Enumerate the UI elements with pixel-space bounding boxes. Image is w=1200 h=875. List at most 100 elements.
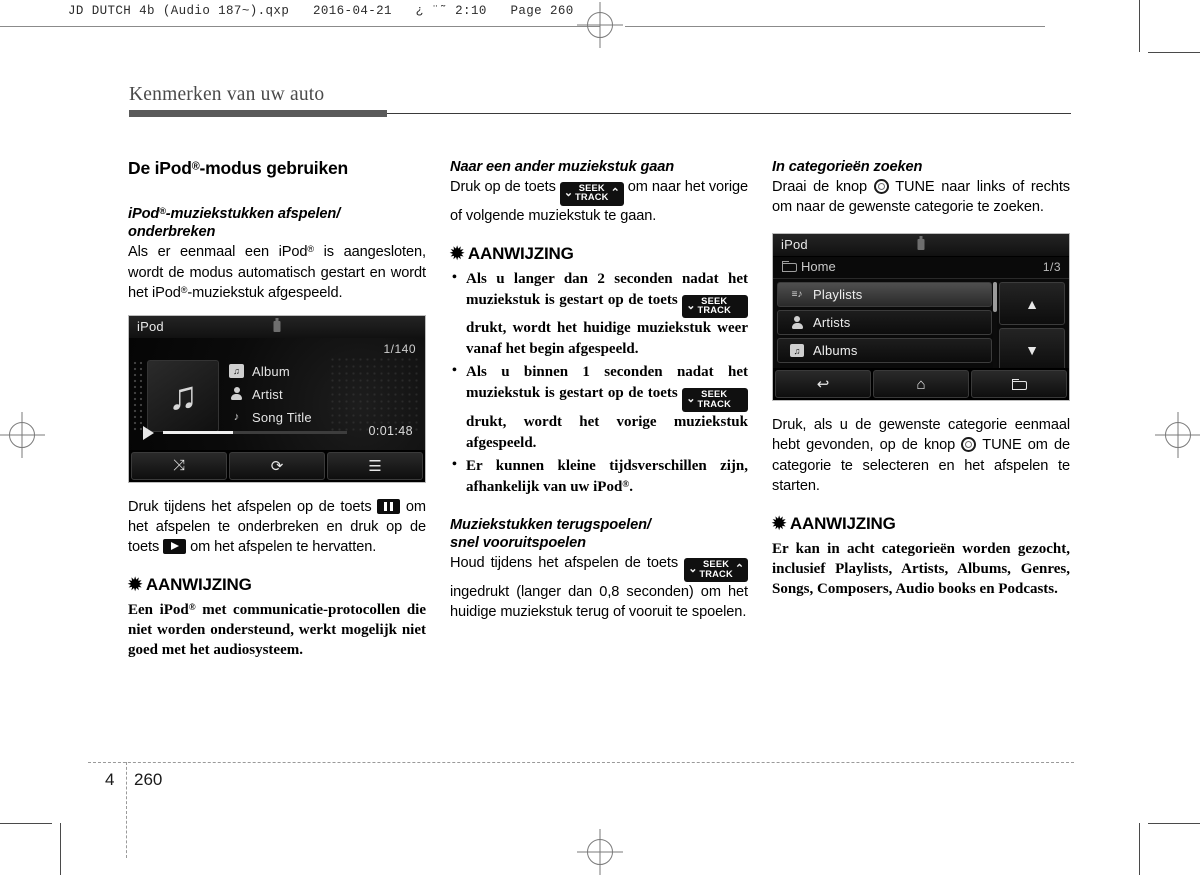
scrollbar[interactable] <box>993 282 997 369</box>
running-head-bar <box>129 110 387 117</box>
list-item-label: Playlists <box>813 287 863 303</box>
notice-body: Een iPod® met communicatie-protocollen d… <box>128 600 426 660</box>
seek-track-label: SEEK TRACK <box>696 389 732 410</box>
elapsed-time: 0:01:48 <box>368 423 413 438</box>
track-label: TRACK <box>575 192 609 203</box>
folder-up-icon[interactable] <box>971 370 1067 399</box>
trim-mark-bottom-right-h <box>1148 823 1200 824</box>
footer-divider <box>126 762 127 858</box>
home-icon[interactable]: ⌂ <box>873 370 969 399</box>
paragraph-tune-knob: Draai de knop TUNE naar links of rechts … <box>772 177 1070 217</box>
notice-title: ✹ AANWIJZING <box>128 574 252 594</box>
subheading-rewind-ff: Muziekstukken terugspoelen/snel vooruits… <box>450 516 748 552</box>
playlist-icon: ≡♪ <box>791 289 803 301</box>
decorative-dot-pattern <box>329 355 421 434</box>
album-icon: ♫ <box>229 364 244 379</box>
scroll-up-button[interactable]: ▲ <box>999 282 1065 326</box>
notice-body: Er kan in acht categorieën worden gezoch… <box>772 540 1070 597</box>
music-note-icon: ♫ <box>168 373 198 418</box>
album-icon: ♫ <box>790 344 804 358</box>
list-item-albums[interactable]: ♫ Albums <box>777 338 992 364</box>
trim-mark-bottom-left-h <box>0 823 52 824</box>
seek-track-label: SEEK TRACK <box>696 296 732 317</box>
list-button-bar: ↩ ⌂ <box>773 368 1069 401</box>
bullet-text: drukt, wordt het huidige muziekstuk weer… <box>466 320 748 358</box>
play-icon[interactable] <box>143 425 154 440</box>
metadata-row-artist: Artist <box>229 383 312 406</box>
track-label: TRACK <box>699 568 733 579</box>
para-text: Druk tijdens het afspelen op de toets <box>128 498 372 515</box>
notice-bullet-list: Als u langer dan 2 seconden nadat het mu… <box>450 268 749 498</box>
progress-track[interactable] <box>163 430 347 434</box>
list-item-label: Artists <box>813 315 851 331</box>
list-item-playlists[interactable]: ≡♪ Playlists <box>777 282 992 308</box>
registered-mark: ® <box>188 603 196 614</box>
running-head-rule <box>387 113 1071 114</box>
para-text: Als er eenmaal een iPod <box>128 244 308 261</box>
paragraph-rewind-ff: Houd tijdens het afspelen de toets ⌄ SEEK… <box>450 553 748 622</box>
subheading-part1: iPod <box>128 206 160 222</box>
registration-mark-left <box>0 412 45 458</box>
manual-page: JD DUTCH 4b (Audio 187~).qxp 2016-04-21 … <box>0 0 1200 875</box>
subheading-part3: onderbreken <box>128 224 216 241</box>
trim-mark-bottom-right-v <box>1139 823 1140 875</box>
album-label: Album <box>252 363 290 379</box>
list-menu-icon[interactable]: ☰ <box>327 451 423 480</box>
list-title-bar: iPod <box>773 234 1069 258</box>
page-number: 260 <box>134 770 163 789</box>
subheading-part2: -muziekstukken afspelen/ <box>165 206 341 222</box>
player-source-label: iPod <box>137 318 164 334</box>
play-key-icon <box>163 538 187 554</box>
tune-knob-icon <box>961 437 977 453</box>
seek-track-key-icon: ⌄ SEEK TRACK ⌃ <box>559 181 624 206</box>
breadcrumb-label: Home <box>801 259 836 275</box>
scrollbar-thumb[interactable] <box>993 282 997 313</box>
para-text: Druk op de toets <box>450 179 556 196</box>
column-right: In categorieën zoeken Draai de knop TUNE… <box>772 158 1070 599</box>
page-title: De iPod®-modus gebruiken <box>128 158 426 179</box>
trim-mark-bottom-left-v <box>60 823 61 875</box>
category-list: ≡♪ Playlists Artists ♫ Albums <box>777 282 992 366</box>
bullet-text: drukt, wordt het vorige muziekstuk afges… <box>466 413 748 451</box>
tune-knob-icon <box>873 179 889 195</box>
chevron-up-icon: ⌃ <box>610 186 620 199</box>
para-text: Draai de knop <box>772 179 868 196</box>
back-arrow-icon[interactable]: ↩ <box>775 370 871 399</box>
player-title-bar: iPod <box>129 315 425 339</box>
paragraph-pause-resume: Druk tijdens het afspelen op de toets om… <box>128 497 426 557</box>
player-body: 1/140 ♫ ♫ Album Artist ♪ Song Title 0:01… <box>129 337 425 450</box>
list-item-artists[interactable]: Artists <box>777 310 992 336</box>
chevron-down-icon: ⌄ <box>686 299 696 312</box>
track-counter: 1/140 <box>383 341 416 356</box>
notice-bullet-2: Als u binnen 1 seconden nadat het muziek… <box>450 361 749 454</box>
notice-bullet-1: Als u langer dan 2 seconden nadat het mu… <box>450 268 749 361</box>
subheading-search-categories: In categorieën zoeken <box>772 159 923 175</box>
list-item-label: Albums <box>813 343 858 359</box>
page-indicator: 1/3 <box>1042 260 1061 275</box>
trim-mark-top-right-h <box>1148 52 1200 53</box>
scroll-arrows: ▲ ▼ <box>999 282 1065 374</box>
running-head-title: Kenmerken van uw auto <box>129 84 325 105</box>
chapter-number: 4 <box>105 770 115 789</box>
registered-mark: ® <box>307 244 314 255</box>
paragraph-ipod-connect: Als er eenmaal een iPod® is aangesloten,… <box>128 242 426 302</box>
para-text: -muziekstuk afgespeeld. <box>187 284 343 301</box>
track-metadata: ♫ Album Artist ♪ Song Title <box>229 360 312 429</box>
song-icon: ♪ <box>233 411 240 424</box>
subheading-change-track: Naar een ander muziekstuk gaan <box>450 159 675 175</box>
ipod-player-screenshot: iPod 1/140 ♫ ♫ Album Artist ♪ Song Title… <box>128 314 426 483</box>
chevron-down-icon: ⌄ <box>563 186 574 199</box>
scroll-down-button[interactable]: ▼ <box>999 328 1065 372</box>
notice-text: Een iPod <box>128 601 189 618</box>
chevron-up-icon: ⌃ <box>734 563 744 576</box>
playback-progress[interactable]: 0:01:48 <box>143 424 413 440</box>
print-file-header: JD DUTCH 4b (Audio 187~).qxp 2016-04-21 … <box>68 4 574 18</box>
notice-bullet-3: Er kunnen kleine tijdsverschillen zijn, … <box>450 455 748 498</box>
chevron-down-icon: ⌄ <box>686 393 696 405</box>
paragraph-select-category: Druk, als u de gewenste categorie eenmaa… <box>772 415 1070 496</box>
shuffle-icon[interactable]: ⤨ <box>131 451 227 480</box>
subheading-play-pause: iPod®-muziekstukken afspelen/onderbreken <box>128 205 426 241</box>
repeat-icon[interactable]: ⟳ <box>229 451 325 480</box>
player-button-bar: ⤨ ⟳ ☰ <box>129 449 425 482</box>
song-title-label: Song Title <box>252 409 312 425</box>
